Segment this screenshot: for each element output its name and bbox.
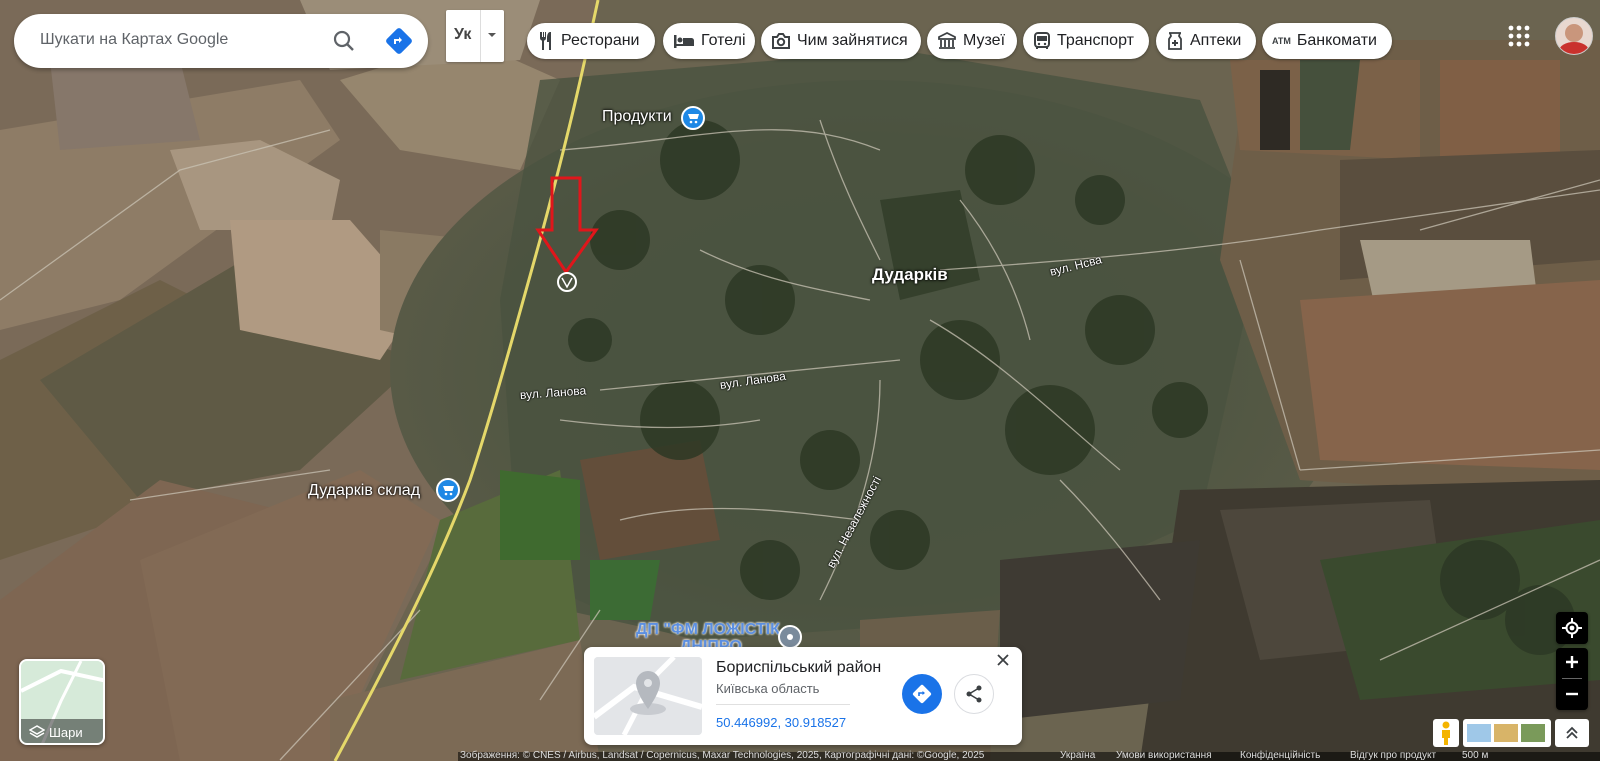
place-card[interactable]: Бориспільський район Київська область 50… xyxy=(584,647,1022,745)
search-icon[interactable] xyxy=(332,29,356,53)
close-icon[interactable] xyxy=(996,653,1010,667)
language-code: Ук xyxy=(454,26,472,43)
my-location-icon xyxy=(1562,618,1582,638)
place-pin-icon[interactable] xyxy=(778,625,802,649)
layers-icon xyxy=(29,725,45,738)
category-hotels[interactable]: Готелі xyxy=(663,23,755,59)
fork-knife-icon xyxy=(540,32,551,50)
category-restaurants[interactable]: Ресторани xyxy=(527,23,655,59)
category-label: Транспорт xyxy=(1057,32,1134,49)
search-box[interactable]: Шукати на Картах Google xyxy=(14,14,428,68)
my-location-button[interactable] xyxy=(1556,612,1588,644)
place-coords[interactable]: 50.446992, 30.918527 xyxy=(716,715,846,730)
divider xyxy=(716,704,850,705)
zoom-control[interactable] xyxy=(1556,648,1588,710)
category-museums[interactable]: Музеї xyxy=(927,23,1017,59)
apps-grid-icon[interactable] xyxy=(1508,25,1530,47)
layers-label: Шари xyxy=(49,725,83,740)
directions-button[interactable] xyxy=(902,674,942,714)
directions-icon[interactable] xyxy=(385,27,413,55)
camera-icon xyxy=(772,33,790,49)
category-atms[interactable]: ATM Банкомати xyxy=(1262,23,1392,59)
place-title: Бориспільський район xyxy=(716,659,882,676)
directions-icon xyxy=(912,684,932,704)
place-label-dp[interactable]: ДП "ФМ ЛОЖІСТІК xyxy=(636,621,780,639)
language-selector[interactable]: Ук xyxy=(446,10,504,62)
category-pharmacies[interactable]: Аптеки xyxy=(1156,23,1256,59)
footer-privacy[interactable]: Конфіденційність xyxy=(1240,750,1320,762)
bed-icon xyxy=(674,35,694,48)
category-label: Музеї xyxy=(963,32,1006,49)
expand-button[interactable] xyxy=(1555,719,1589,747)
footer-feedback[interactable]: Відгук про продукт xyxy=(1350,750,1436,762)
place-label-produkty[interactable]: Продукти xyxy=(602,108,672,126)
shop-icon[interactable] xyxy=(681,106,705,130)
imagery-thumbnails[interactable] xyxy=(1463,719,1551,747)
atm-icon: ATM xyxy=(1272,36,1291,46)
place-thumbnail[interactable] xyxy=(594,657,702,735)
footer-scale[interactable]: 500 м xyxy=(1462,750,1488,762)
shop-icon[interactable] xyxy=(436,478,460,502)
place-label-sklad[interactable]: Дударків склад xyxy=(308,482,420,500)
bus-icon xyxy=(1034,32,1050,49)
zoom-in-icon[interactable] xyxy=(1564,654,1580,670)
category-label: Ресторани xyxy=(561,32,640,49)
chevron-down-icon xyxy=(488,33,496,37)
share-button[interactable] xyxy=(954,674,994,714)
place-subtitle: Київська область xyxy=(716,681,820,696)
category-label: Готелі xyxy=(701,32,746,49)
category-things-to-do[interactable]: Чим зайнятися xyxy=(761,23,921,59)
chevron-up-icon xyxy=(1566,726,1578,739)
zoom-out-icon[interactable] xyxy=(1564,686,1580,702)
share-icon xyxy=(966,685,982,703)
footer-bar: Зображення: © CNES / Airbus, Landsat / C… xyxy=(458,750,1600,762)
street-view-pegman-icon[interactable] xyxy=(1433,719,1459,747)
category-label: Аптеки xyxy=(1190,32,1242,49)
layers-button[interactable]: Шари xyxy=(19,659,105,745)
footer-attribution: Зображення: © CNES / Airbus, Landsat / C… xyxy=(460,750,985,761)
category-label: Чим зайнятися xyxy=(797,32,908,49)
category-label: Банкомати xyxy=(1296,32,1377,49)
place-label-dudarkiv[interactable]: Дударків xyxy=(872,265,948,285)
museum-icon xyxy=(938,31,956,49)
avatar[interactable] xyxy=(1555,17,1593,55)
footer-country[interactable]: Україна xyxy=(1060,750,1095,762)
search-input[interactable]: Шукати на Картах Google xyxy=(40,31,228,49)
pharmacy-icon xyxy=(1168,32,1182,50)
place-label-dp-line1: ДП "ФМ ЛОЖІСТІК xyxy=(636,621,780,638)
category-transport[interactable]: Транспорт xyxy=(1023,23,1149,59)
footer-terms[interactable]: Умови використання xyxy=(1116,750,1212,762)
